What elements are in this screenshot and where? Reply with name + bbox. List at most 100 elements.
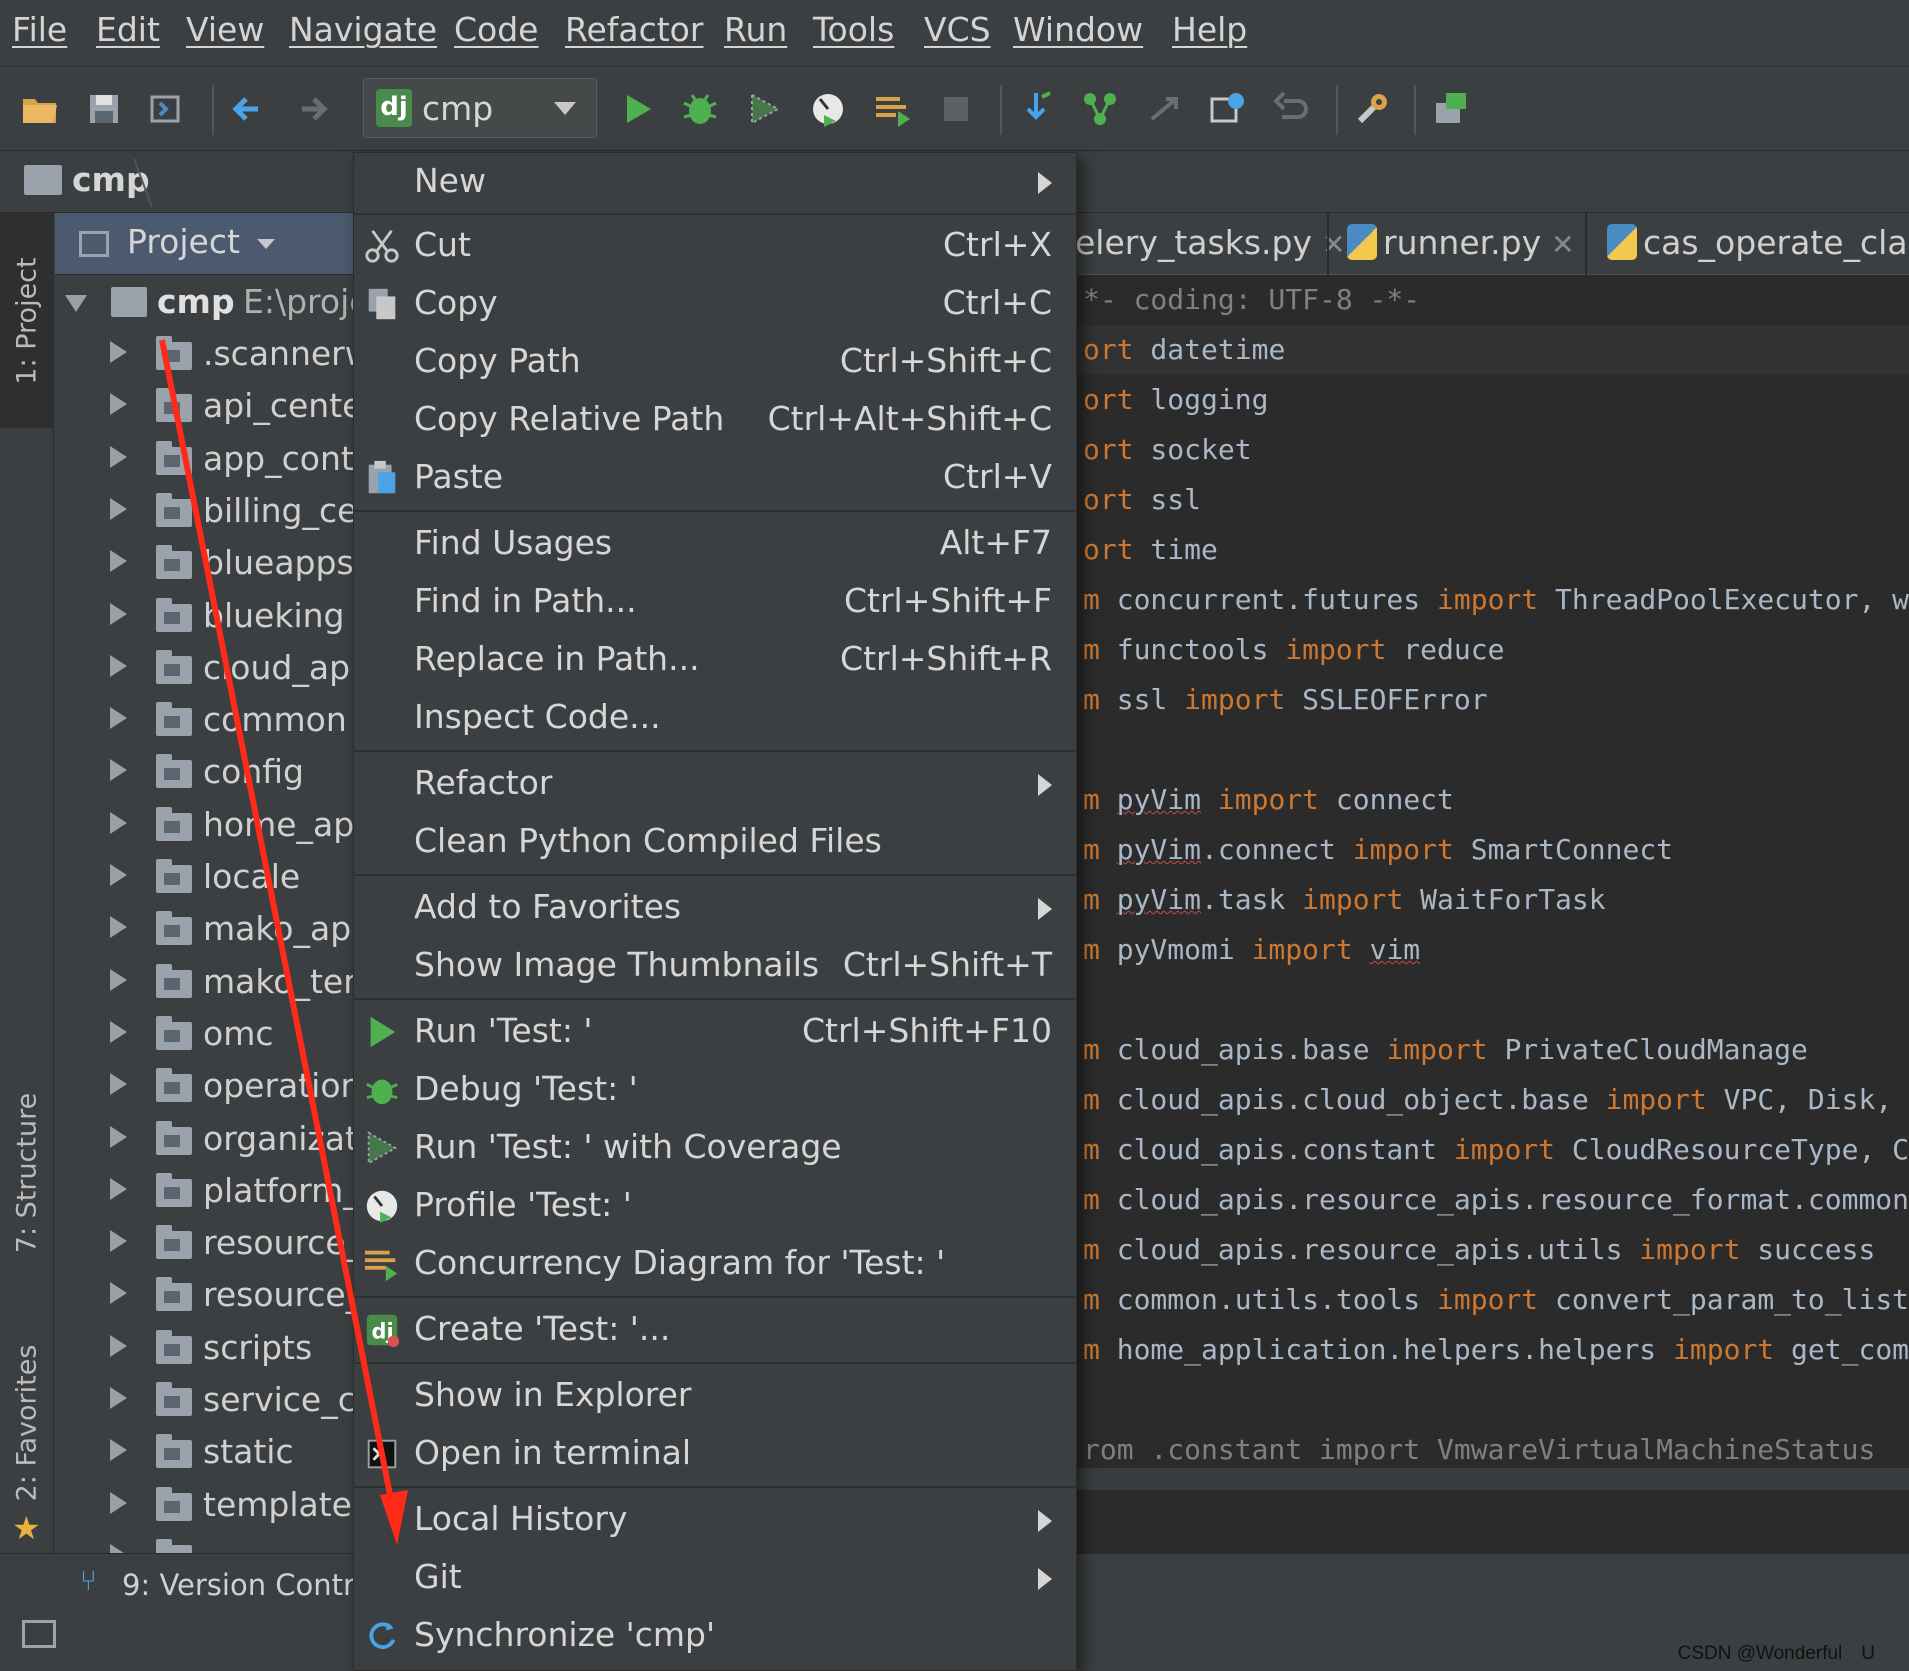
tree-item[interactable]: .scannerw <box>55 329 355 381</box>
expand-arrow-icon[interactable] <box>110 1334 127 1357</box>
menu-item-cut[interactable]: Cut Ctrl+X <box>354 217 1076 275</box>
tree-item[interactable]: cloud_apis <box>55 643 355 695</box>
menu-file[interactable]: File <box>12 10 67 49</box>
sync-icon[interactable] <box>144 87 188 131</box>
menu-item-find-usages[interactable]: Find Usages Alt+F7 <box>354 515 1076 573</box>
menu-run[interactable]: Run <box>724 10 787 49</box>
tree-item[interactable]: resource_ <box>55 1270 355 1322</box>
tree-item[interactable]: mako_tem <box>55 957 355 1009</box>
menu-tools[interactable]: Tools <box>813 10 894 49</box>
tree-item[interactable]: common <box>55 695 355 747</box>
tree-root[interactable]: cmp E:\proje <box>55 277 355 329</box>
menu-item-paste[interactable]: Paste Ctrl+V <box>354 449 1076 507</box>
menu-refactor[interactable]: Refactor <box>565 10 703 49</box>
settings-wrench-icon[interactable] <box>1350 87 1394 131</box>
menu-item-inspect-code[interactable]: Inspect Code... <box>354 689 1076 747</box>
forward-icon[interactable] <box>290 87 334 131</box>
menu-item-show-in-explorer[interactable]: Show in Explorer <box>354 1367 1076 1425</box>
tree-item[interactable]: scripts <box>55 1323 355 1375</box>
save-icon[interactable] <box>82 87 126 131</box>
vcs-compare-icon[interactable] <box>1142 87 1186 131</box>
run-config-select[interactable]: dj cmp <box>363 78 597 138</box>
tree-item[interactable]: billing_cer <box>55 486 355 538</box>
project-view-select[interactable]: Project <box>127 222 240 261</box>
menu-item-run-test[interactable]: Run 'Test: ' Ctrl+Shift+F10 <box>354 1003 1076 1061</box>
tree-item[interactable]: api_center <box>55 381 355 433</box>
menu-item-copy-path[interactable]: Copy Path Ctrl+Shift+C <box>354 333 1076 391</box>
expand-arrow-icon[interactable] <box>110 759 127 782</box>
menu-edit[interactable]: Edit <box>96 10 160 49</box>
tab-favorites[interactable]: 2: Favorites <box>0 1323 54 1523</box>
tab-celery-tasks[interactable]: elery_tasks.py ✕ <box>1075 213 1345 275</box>
expand-arrow-icon[interactable] <box>110 445 127 468</box>
menu-item-synchronize[interactable]: Synchronize 'cmp' <box>354 1607 1076 1665</box>
sdk-manager-icon[interactable] <box>1428 87 1472 131</box>
menu-item-profile-test[interactable]: Profile 'Test: ' <box>354 1177 1076 1235</box>
tree-item[interactable]: service_ce <box>55 1375 355 1427</box>
menu-item-git[interactable]: Git <box>354 1549 1076 1607</box>
expand-arrow-icon[interactable] <box>110 1543 127 1553</box>
expand-arrow-icon[interactable] <box>110 341 127 363</box>
tree-item[interactable]: operation <box>55 1061 355 1113</box>
tab-project[interactable]: 1: Project <box>0 213 54 428</box>
open-folder-icon[interactable] <box>18 87 62 131</box>
chevron-down-icon[interactable] <box>257 239 275 249</box>
menu-item-refactor[interactable]: Refactor <box>354 755 1076 813</box>
menu-item-find-in-path[interactable]: Find in Path... Ctrl+Shift+F <box>354 573 1076 631</box>
expand-arrow-icon[interactable] <box>110 654 127 677</box>
expand-arrow-icon[interactable] <box>110 1491 127 1514</box>
tree-item[interactable]: ... <box>55 1532 355 1553</box>
expand-arrow-icon[interactable] <box>110 497 127 520</box>
tree-item[interactable]: locale <box>55 852 355 904</box>
menu-vcs[interactable]: VCS <box>924 10 991 49</box>
menu-item-image-thumbnails[interactable]: Show Image Thumbnails Ctrl+Shift+T <box>354 937 1076 995</box>
back-icon[interactable] <box>226 87 270 131</box>
menu-item-local-history[interactable]: Local History <box>354 1491 1076 1549</box>
menu-item-open-in-terminal[interactable]: Open in terminal <box>354 1425 1076 1483</box>
tab-version-control[interactable]: 9: Version Contro <box>122 1568 372 1602</box>
horizontal-scrollbar[interactable] <box>1075 1468 1909 1490</box>
expand-arrow-icon[interactable] <box>110 1439 127 1462</box>
tree-item[interactable]: templates <box>55 1480 355 1532</box>
expand-arrow-icon[interactable] <box>110 1387 127 1409</box>
expand-arrow-icon[interactable] <box>110 811 127 834</box>
tool-window-toggle-icon[interactable] <box>22 1620 56 1648</box>
tree-item[interactable]: home_app <box>55 800 355 852</box>
vcs-history-icon[interactable] <box>1206 87 1250 131</box>
tab-structure[interactable]: 7: Structure <box>0 1073 54 1273</box>
revert-icon[interactable] <box>1270 87 1314 131</box>
close-icon[interactable]: ✕ <box>1551 228 1574 261</box>
menu-window[interactable]: Window <box>1013 10 1143 49</box>
expand-arrow-icon[interactable] <box>110 1020 127 1043</box>
stop-icon[interactable] <box>934 87 978 131</box>
expand-arrow-icon[interactable] <box>110 1125 127 1148</box>
expand-arrow-icon[interactable] <box>110 393 127 416</box>
tree-item[interactable]: platform_i <box>55 1166 355 1218</box>
tree-item[interactable]: blueking <box>55 591 355 643</box>
menu-code[interactable]: Code <box>454 10 538 49</box>
expand-arrow-icon[interactable] <box>110 916 127 939</box>
expand-arrow-icon[interactable] <box>110 968 127 991</box>
menu-item-copy-relative-path[interactable]: Copy Relative Path Ctrl+Alt+Shift+C <box>354 391 1076 449</box>
tree-item[interactable]: blueapps <box>55 538 355 590</box>
expand-arrow-icon[interactable] <box>110 864 127 886</box>
expand-arrow-icon[interactable] <box>110 1230 127 1253</box>
menu-item-replace-in-path[interactable]: Replace in Path... Ctrl+Shift+R <box>354 631 1076 689</box>
tab-cas-operate-class[interactable]: cas_operate_clas <box>1607 213 1909 275</box>
tree-item[interactable]: organizati <box>55 1114 355 1166</box>
expand-arrow-icon[interactable] <box>110 1177 127 1200</box>
vcs-update-icon[interactable] <box>1014 87 1058 131</box>
menu-navigate[interactable]: Navigate <box>289 10 437 49</box>
tree-item[interactable]: config <box>55 747 355 799</box>
expand-arrow-icon[interactable] <box>110 1073 127 1096</box>
tab-runner[interactable]: runner.py ✕ <box>1347 213 1575 275</box>
expand-arrow-icon[interactable] <box>65 295 87 312</box>
menu-item-add-to-favorites[interactable]: Add to Favorites <box>354 879 1076 937</box>
expand-arrow-icon[interactable] <box>110 707 127 730</box>
menu-item-new[interactable]: New <box>354 153 1076 211</box>
menu-item-clean-compiled[interactable]: Clean Python Compiled Files <box>354 813 1076 871</box>
menu-item-run-with-coverage[interactable]: Run 'Test: ' with Coverage <box>354 1119 1076 1177</box>
vcs-commit-icon[interactable] <box>1078 87 1122 131</box>
menu-help[interactable]: Help <box>1172 10 1247 49</box>
concurrency-icon[interactable] <box>870 87 914 131</box>
